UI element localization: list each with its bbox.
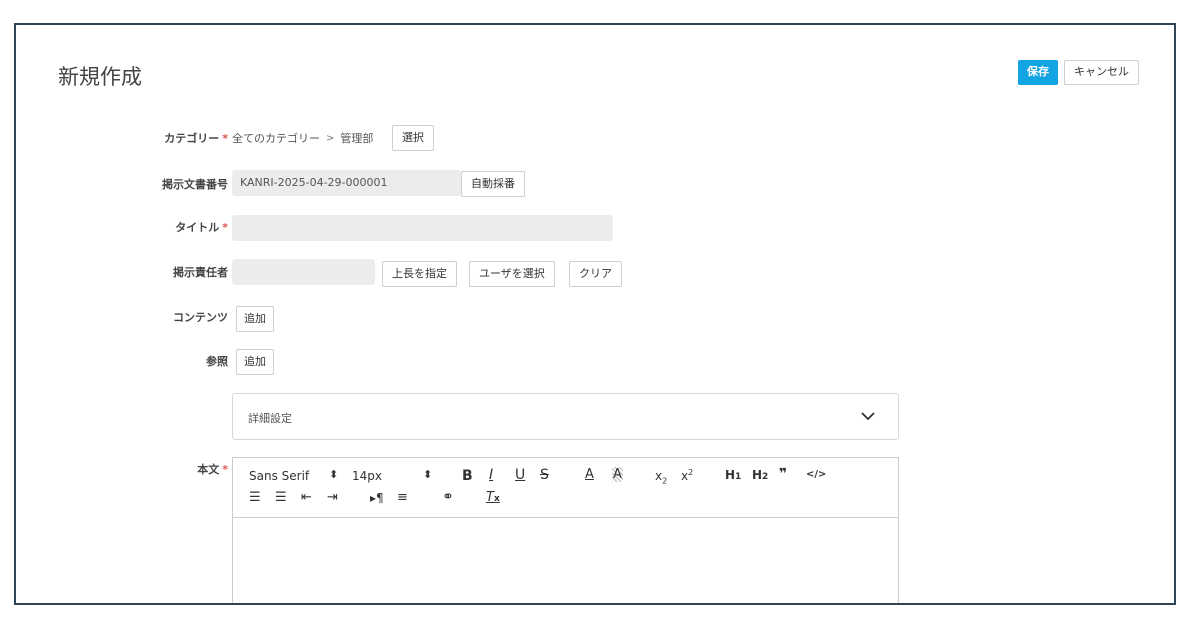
link-icon[interactable]: ⚭	[442, 489, 454, 505]
reference-label: 参照	[206, 355, 228, 368]
bold-icon[interactable]: B	[462, 468, 473, 484]
category-path: 全てのカテゴリー > 管理部	[232, 130, 373, 146]
responsible-label: 掲示責任者	[173, 266, 228, 279]
blockquote-icon[interactable]: ❞	[779, 466, 787, 482]
cancel-button[interactable]: キャンセル	[1064, 60, 1139, 85]
clear-button[interactable]: クリア	[569, 261, 622, 287]
title-input[interactable]	[232, 215, 613, 241]
doc-number-field[interactable]: KANRI-2025-04-29-000001	[232, 170, 461, 196]
outdent-icon[interactable]: ⇤	[301, 490, 312, 505]
subscript-icon[interactable]: x2	[655, 469, 667, 485]
clear-format-icon[interactable]: Tx	[486, 490, 500, 505]
font-size-arrows-icon: ⬍	[423, 468, 433, 481]
editor-toolbar: Sans Serif ⬍ 14px ⬍ B I U S A A x2 x2 H1…	[233, 458, 898, 518]
category-label: カテゴリー *	[164, 132, 228, 145]
category-separator: >	[326, 132, 335, 144]
font-color-icon[interactable]: A	[585, 467, 594, 482]
auto-number-button[interactable]: 自動採番	[461, 171, 525, 197]
h1-icon[interactable]: H1	[725, 468, 741, 482]
category-current: 管理部	[340, 132, 374, 145]
chevron-down-icon	[861, 412, 875, 421]
underline-icon[interactable]: U	[515, 467, 525, 483]
h2-icon[interactable]: H2	[752, 468, 768, 482]
title-label: タイトル *	[175, 221, 228, 234]
italic-icon[interactable]: I	[489, 467, 493, 483]
save-button[interactable]: 保存	[1018, 60, 1058, 85]
align-icon[interactable]: ≡	[397, 490, 408, 505]
doc-number-label: 掲示文書番号	[162, 178, 228, 191]
font-size-select[interactable]: 14px	[352, 469, 382, 483]
details-label: 詳細設定	[248, 412, 292, 425]
superscript-icon[interactable]: x2	[681, 468, 693, 483]
reference-add-button[interactable]: 追加	[236, 349, 274, 375]
code-icon[interactable]: </>	[806, 469, 826, 480]
select-user-button[interactable]: ユーザを選択	[469, 261, 555, 287]
details-accordion[interactable]: 詳細設定	[232, 393, 899, 440]
indent-icon[interactable]: ⇥	[327, 490, 338, 505]
contents-label: コンテンツ	[173, 311, 228, 324]
main-panel: 新規作成 保存 キャンセル カテゴリー * 全てのカテゴリー > 管理部 選択 掲…	[14, 23, 1176, 605]
body-label: 本文 *	[197, 463, 228, 476]
font-family-arrows-icon: ⬍	[329, 468, 339, 481]
editor-content-area[interactable]	[233, 518, 898, 603]
strike-icon[interactable]: S	[540, 467, 549, 483]
bullet-list-icon[interactable]: ☰	[275, 490, 287, 505]
background-color-icon[interactable]: A	[612, 467, 623, 482]
ordered-list-icon[interactable]: ☰	[249, 490, 261, 505]
category-select-button[interactable]: 選択	[392, 125, 434, 151]
category-root: 全てのカテゴリー	[232, 132, 320, 145]
page-title: 新規作成	[58, 65, 142, 89]
font-family-select[interactable]: Sans Serif	[249, 469, 309, 483]
contents-add-button[interactable]: 追加	[236, 306, 274, 332]
rich-text-editor: Sans Serif ⬍ 14px ⬍ B I U S A A x2 x2 H1…	[232, 457, 899, 603]
specify-supervisor-button[interactable]: 上長を指定	[382, 261, 457, 287]
text-direction-icon[interactable]: ▸¶	[370, 491, 384, 505]
responsible-input[interactable]	[232, 259, 375, 285]
header-actions: 保存 キャンセル	[1018, 60, 1139, 85]
